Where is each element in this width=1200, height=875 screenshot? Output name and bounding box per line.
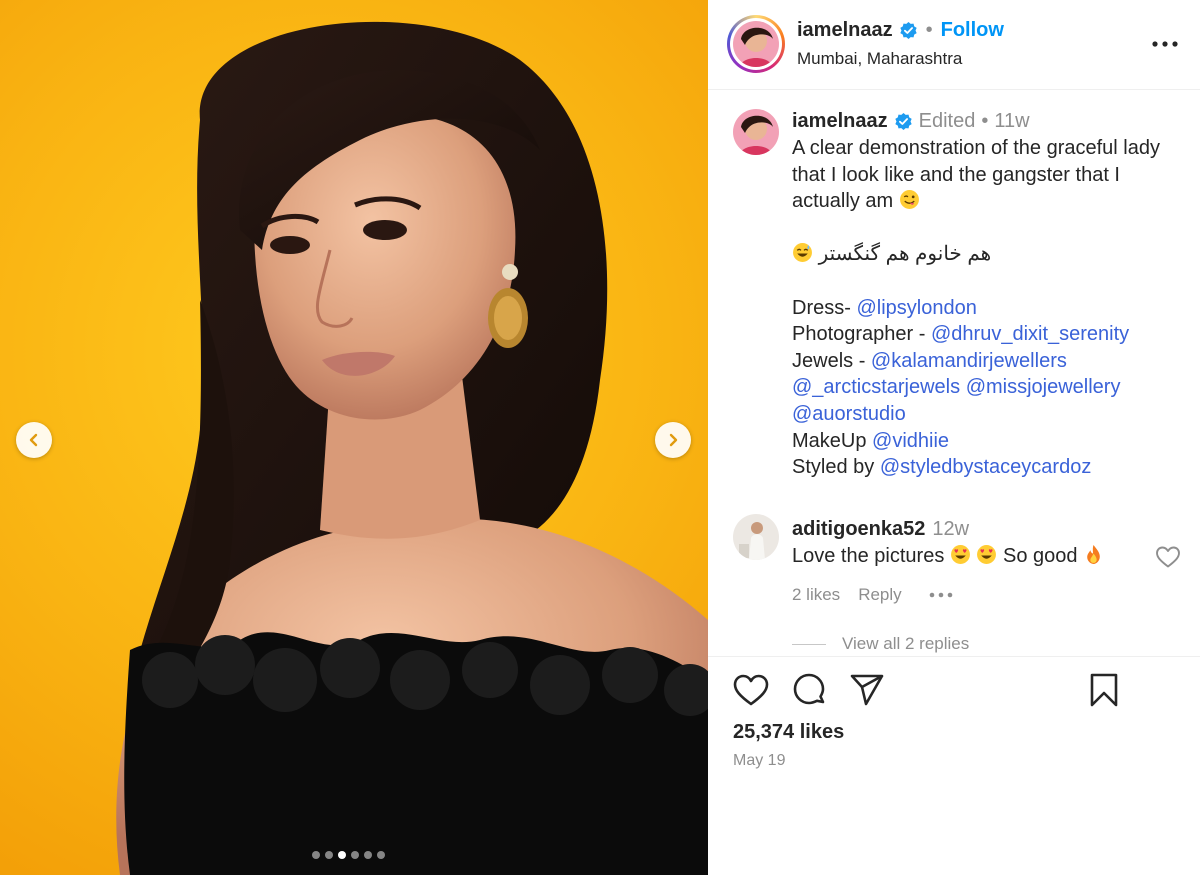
credit-label: Dress- — [792, 296, 851, 319]
post-media[interactable] — [0, 0, 708, 875]
post-header: iamelnaaz • Follow Mumbai, Maharashtra — [708, 0, 1200, 90]
edited-label: Edited — [918, 110, 976, 132]
header-username[interactable]: iamelnaaz — [797, 19, 893, 42]
mention-link[interactable]: @styledbystaceycardoz — [880, 456, 1092, 478]
mention-link[interactable]: @missjojewellery — [966, 376, 1121, 398]
caption-text: A clear demonstration of the graceful la… — [792, 135, 1187, 481]
separator-dot: • — [981, 110, 989, 132]
heart-eyes-emoji-icon — [977, 545, 997, 564]
carousel-dot — [312, 851, 320, 859]
previous-slide-button[interactable] — [16, 422, 52, 458]
carousel-indicator — [312, 851, 385, 859]
replies-divider — [792, 643, 826, 645]
credit-label: MakeUp — [792, 429, 867, 452]
carousel-dot — [377, 851, 385, 859]
save-button[interactable] — [1085, 671, 1123, 709]
carousel-dot — [364, 851, 372, 859]
like-button[interactable] — [732, 671, 770, 709]
more-options-button[interactable] — [1150, 33, 1180, 55]
winking-tongue-emoji-icon — [899, 190, 919, 210]
comment-age[interactable]: 12w — [932, 518, 969, 541]
verified-badge-icon — [894, 112, 912, 131]
carousel-dot-active — [338, 851, 346, 859]
carousel-dot — [351, 851, 359, 859]
comment-like-button[interactable] — [1155, 545, 1181, 569]
caption-urdu-line: هم خانوم هم گنگستر — [818, 243, 992, 266]
heart-eyes-emoji-icon — [950, 545, 970, 564]
comment-likes-count[interactable]: 2 likes — [792, 585, 840, 605]
heart-icon — [733, 674, 769, 706]
mention-link[interactable]: @lipsylondon — [856, 297, 976, 319]
mention-link[interactable]: @auorstudio — [792, 403, 906, 425]
commenter-avatar[interactable] — [733, 514, 779, 560]
comment-icon — [793, 673, 825, 705]
comment-text-part: Love the pictures — [792, 545, 945, 567]
separator-dot: • — [925, 19, 933, 41]
sweat-smile-emoji-icon — [793, 243, 812, 263]
chevron-right-icon — [669, 433, 678, 447]
mention-link[interactable]: @dhruv_dixit_serenity — [931, 323, 1129, 345]
next-slide-button[interactable] — [655, 422, 691, 458]
credit-label: Photographer - — [792, 323, 926, 346]
fire-emoji-icon — [1087, 545, 1100, 564]
carousel-dot — [325, 851, 333, 859]
caption-avatar[interactable] — [733, 109, 779, 155]
heart-icon — [1156, 546, 1180, 568]
caption-age[interactable]: 11w — [994, 110, 1029, 133]
comment-text: Love the pictures So good — [792, 543, 1104, 569]
view-replies-button[interactable]: View all 2 replies — [792, 634, 969, 654]
chevron-left-icon — [29, 433, 38, 447]
comment-button[interactable] — [790, 671, 828, 709]
reply-button[interactable]: Reply — [858, 585, 901, 605]
bookmark-icon — [1090, 673, 1118, 707]
avatar — [733, 21, 779, 67]
caption-username[interactable]: iamelnaaz — [792, 110, 888, 133]
likes-count[interactable]: 25,374 likes — [733, 721, 844, 744]
verified-badge-icon — [899, 21, 917, 40]
share-button[interactable] — [848, 671, 886, 709]
comments-section[interactable]: iamelnaaz Edited • 11w A clear demonstra… — [708, 91, 1200, 656]
post-date[interactable]: May 19 — [733, 752, 785, 770]
mention-link[interactable]: @_arcticstarjewels — [792, 376, 960, 398]
more-horizontal-icon — [1152, 41, 1178, 47]
credit-label: Jewels - — [792, 349, 866, 372]
story-ring[interactable] — [727, 15, 785, 73]
mention-link[interactable]: @kalamandirjewellers — [871, 350, 1067, 372]
post-photo — [116, 21, 708, 875]
follow-button[interactable]: Follow — [941, 19, 1004, 42]
mention-link[interactable]: @vidhiie — [872, 430, 949, 452]
credit-label: Styled by — [792, 456, 875, 479]
more-horizontal-icon — [929, 592, 952, 598]
comment-text-part: So good — [1003, 545, 1078, 567]
caption-line: A clear demonstration of the graceful la… — [792, 137, 1160, 213]
post-side-panel: iamelnaaz • Follow Mumbai, Maharashtra i… — [708, 0, 1200, 875]
commenter-username[interactable]: aditigoenka52 — [792, 518, 925, 541]
view-replies-label: View all 2 replies — [842, 634, 970, 653]
paper-plane-icon — [850, 674, 884, 706]
post-action-bar: 25,374 likes May 19 — [708, 656, 1200, 875]
post-location[interactable]: Mumbai, Maharashtra — [797, 49, 962, 69]
comment-more-button[interactable] — [928, 590, 954, 600]
